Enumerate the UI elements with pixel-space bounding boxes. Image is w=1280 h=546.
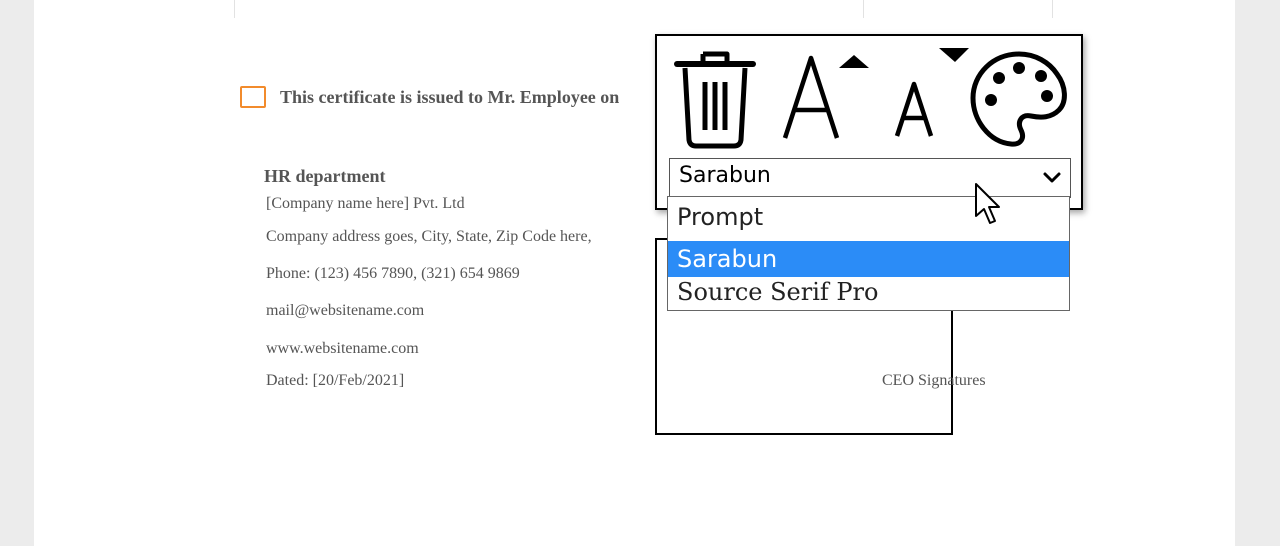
table-divider [234,0,235,18]
website-address: www.websitename.com [266,340,419,357]
table-divider [1052,0,1053,18]
font-family-select[interactable]: Sarabun [669,158,1071,198]
font-option-source-serif-pro[interactable]: Source Serif Pro [668,274,1069,310]
font-option-sarabun[interactable]: Sarabun [668,241,1069,277]
font-family-select-value: Sarabun [679,163,771,188]
font-option-prompt[interactable]: Prompt [668,199,1069,235]
dated-text: Dated: [20/Feb/2021] [266,372,405,389]
mouse-pointer-icon [974,182,1002,231]
ceo-signature-label: CEO Signatures [882,372,986,389]
trash-icon[interactable] [673,46,757,150]
certificate-checkbox[interactable] [240,86,266,108]
chevron-down-icon [1042,168,1062,193]
hr-department-title: HR department [264,166,386,186]
certificate-text: This certificate is issued to Mr. Employ… [280,87,620,107]
palette-icon[interactable] [969,50,1069,150]
company-name: [Company name here] Pvt. Ltd [266,195,465,212]
table-divider [863,0,864,18]
text-format-toolbar: Sarabun [655,34,1083,210]
increase-font-size-icon[interactable] [781,54,875,140]
phone-numbers: Phone: (123) 456 7890, (321) 654 9869 [266,265,520,282]
email-address: mail@websitename.com [266,302,425,319]
font-family-dropdown: Prompt Sarabun Source Serif Pro [667,196,1070,311]
decrease-font-size-icon[interactable] [893,46,971,138]
company-address: Company address goes, City, State, Zip C… [266,228,592,245]
